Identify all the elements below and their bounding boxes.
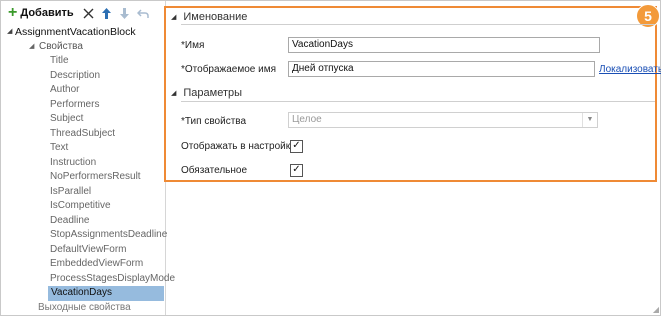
tree-item[interactable]: EmbeddedViewForm — [1, 257, 165, 272]
delete-icon[interactable] — [82, 6, 96, 20]
tree-item[interactable]: IsParallel — [1, 185, 165, 200]
property-type-select[interactable]: Целое ▼ — [288, 112, 598, 128]
add-button[interactable]: + Добавить — [8, 4, 74, 21]
property-type-value: Целое — [292, 114, 322, 125]
tree-item[interactable]: Text — [1, 141, 165, 156]
required-label: Обязательное — [181, 165, 248, 176]
show-in-settings-checkbox[interactable]: ✓ — [290, 140, 303, 153]
name-field[interactable]: VacationDays — [288, 37, 600, 53]
plus-icon: + — [8, 4, 18, 21]
localize-link[interactable]: Локализовать — [599, 64, 661, 75]
tree-item[interactable]: Instruction — [1, 156, 165, 171]
tree-item[interactable]: Subject — [1, 112, 165, 127]
move-up-icon[interactable] — [100, 6, 114, 20]
tree-pane: + Добавить ◢ AssignmentVacationBlock ◢ С… — [1, 1, 175, 316]
tree-item[interactable]: StopAssignmentsDeadline — [1, 228, 167, 243]
tree-item[interactable]: Description — [1, 69, 165, 84]
show-in-settings-label: Отображать в настройках — [181, 141, 301, 152]
display-name-label: *Отображаемое имя — [181, 64, 277, 75]
divider — [181, 24, 655, 25]
required-checkbox[interactable]: ✓ — [290, 164, 303, 177]
add-button-label: Добавить — [20, 7, 74, 19]
tree-item[interactable]: DefaultViewForm — [1, 243, 165, 258]
tree-group-output-properties[interactable]: Выходные свойства — [1, 301, 165, 316]
tree-root[interactable]: ◢ AssignmentVacationBlock — [1, 25, 165, 40]
collapse-triangle-icon[interactable]: ◢ — [29, 40, 34, 55]
tree-item[interactable]: ProcessStagesDisplayMode — [1, 272, 175, 287]
tree-item[interactable]: Deadline — [1, 214, 165, 229]
tree-item[interactable]: Performers — [1, 98, 165, 113]
move-down-icon[interactable] — [118, 6, 132, 20]
tree-item-selected-label: VacationDays — [51, 287, 112, 298]
dropdown-arrow-icon[interactable]: ▼ — [582, 113, 597, 127]
property-tree: ◢ AssignmentVacationBlock ◢ Свойства Tit… — [1, 25, 175, 316]
collapse-triangle-icon[interactable]: ◢ — [171, 90, 176, 97]
tree-item[interactable]: IsCompetitive — [1, 199, 165, 214]
property-type-label: *Тип свойства — [181, 116, 247, 127]
divider — [181, 101, 655, 102]
resize-grip-icon[interactable]: ◢ — [653, 305, 659, 314]
display-name-field[interactable]: Дней отпуска — [288, 61, 595, 77]
section-naming[interactable]: ◢ Именование — [171, 11, 247, 23]
undo-icon[interactable] — [136, 6, 150, 20]
tree-group-properties[interactable]: ◢ Свойства — [1, 40, 165, 55]
tree-item-selected[interactable]: VacationDays — [1, 286, 165, 301]
tree-item[interactable]: Title — [1, 54, 165, 69]
name-label: *Имя — [181, 40, 205, 51]
collapse-triangle-icon[interactable]: ◢ — [7, 25, 12, 40]
section-params-title: Параметры — [183, 87, 243, 99]
collapse-triangle-icon[interactable]: ◢ — [171, 14, 176, 21]
section-naming-title: Именование — [183, 11, 248, 23]
section-params[interactable]: ◢ Параметры — [171, 87, 242, 99]
toolbar: + Добавить — [1, 1, 165, 25]
tree-item[interactable]: NoPerformersResult — [1, 170, 165, 185]
tree-item[interactable]: ThreadSubject — [1, 127, 165, 142]
tree-item[interactable]: Author — [1, 83, 165, 98]
